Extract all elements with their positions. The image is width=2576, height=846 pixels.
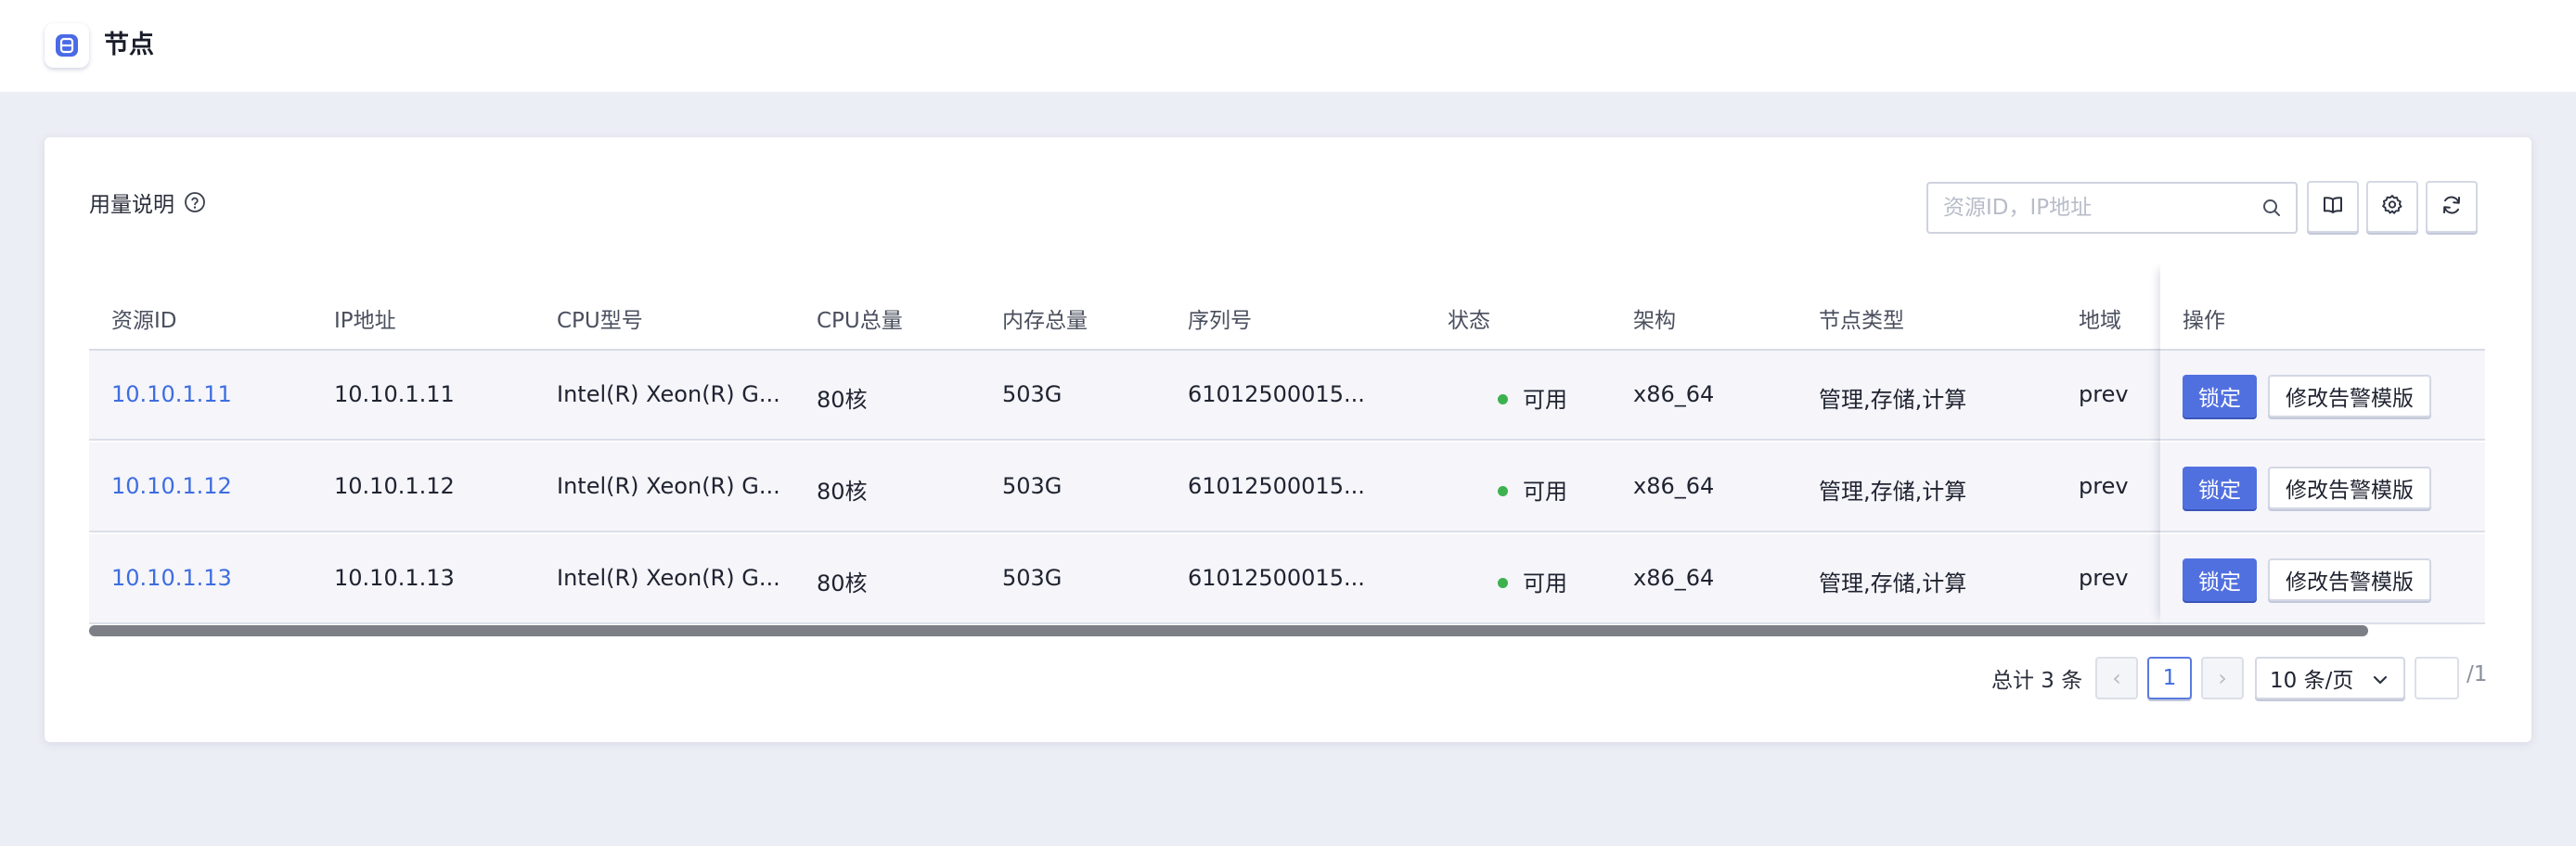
node-type-cell: 管理,存储,计算: [1819, 570, 1967, 596]
refresh-button[interactable]: [2426, 181, 2478, 233]
node-type-cell: 管理,存储,计算: [1819, 387, 1967, 413]
resource-id-link[interactable]: 10.10.1.13: [111, 565, 232, 591]
status-text: 可用: [1523, 479, 1567, 505]
search-box: [1926, 182, 2298, 234]
status-cell: 可用: [1498, 473, 1567, 506]
help-circle-icon: [184, 191, 206, 213]
status-text: 可用: [1523, 387, 1567, 413]
node-list-card: 用量说明 资源ID，IP地址 资源ID IP地址 CPU型号 CPU总量 内存总…: [45, 137, 2531, 742]
table-row: 10.10.1.13 10.10.1.13 Intel(R) Xeon(R) G…: [89, 534, 2485, 624]
settings-button[interactable]: [2366, 181, 2418, 233]
settings-gear-icon: [2380, 193, 2404, 221]
top-header: 节点: [0, 0, 2576, 92]
memory-total-cell: 503G: [1002, 381, 1063, 407]
refresh-icon: [2440, 193, 2464, 221]
table-row: 10.10.1.12 10.10.1.12 Intel(R) Xeon(R) G…: [89, 442, 2485, 532]
cpu-total-cell: 80核: [817, 570, 868, 596]
search-input[interactable]: [1928, 184, 2248, 232]
serial-cell: 61012500015...: [1188, 565, 1365, 591]
cpu-total-cell: 80核: [817, 387, 868, 413]
status-available-dot-icon: [1498, 485, 1508, 496]
col-cpu-model[interactable]: CPU型号: [557, 302, 643, 334]
node-table: 资源ID IP地址 CPU型号 CPU总量 内存总量 序列号 状态 架构 节点类…: [89, 263, 2485, 634]
status-cell: 可用: [1498, 381, 1567, 414]
arch-cell: x86_64: [1633, 381, 1715, 407]
col-status[interactable]: 状态: [1448, 302, 1490, 334]
col-arch[interactable]: 架构: [1633, 302, 1676, 334]
table-row: 10.10.1.11 10.10.1.11 Intel(R) Xeon(R) G…: [89, 351, 2485, 441]
ip-cell: 10.10.1.12: [334, 473, 455, 499]
edit-alert-template-button[interactable]: 修改告警模版: [2268, 375, 2431, 417]
chevron-right-icon: ›: [2218, 665, 2227, 691]
page-total: /1: [2467, 662, 2488, 686]
page-number-current[interactable]: 1: [2147, 657, 2192, 699]
col-serial[interactable]: 序列号: [1188, 302, 1252, 334]
ip-cell: 10.10.1.11: [334, 381, 455, 407]
col-resource-id[interactable]: 资源ID: [111, 302, 177, 334]
serial-cell: 61012500015...: [1188, 381, 1365, 407]
col-region[interactable]: 地域: [2079, 302, 2121, 334]
region-cell: prev: [2079, 565, 2129, 591]
cpu-total-cell: 80核: [817, 479, 868, 505]
arch-cell: x86_64: [1633, 565, 1715, 591]
actions-cell: 锁定 修改告警模版: [2160, 534, 2485, 624]
prev-page-button[interactable]: ‹: [2095, 657, 2138, 699]
page-title: 节点: [104, 31, 154, 59]
chevron-down-icon: [2373, 675, 2388, 685]
actions-column: 操作 锁定 修改告警模版 锁定 修改告警模版 锁定 修改告警模版: [2160, 263, 2485, 624]
status-available-dot-icon: [1498, 577, 1508, 588]
status-available-dot-icon: [1498, 393, 1508, 404]
cpu-model-cell: Intel(R) Xeon(R) G...: [557, 381, 780, 407]
next-page-button[interactable]: ›: [2201, 657, 2244, 699]
docs-button[interactable]: [2307, 181, 2359, 233]
memory-total-cell: 503G: [1002, 565, 1063, 591]
status-text: 可用: [1523, 570, 1567, 596]
page-size-select[interactable]: 10 条/页: [2255, 657, 2405, 699]
edit-alert-template-button[interactable]: 修改告警模版: [2268, 558, 2431, 601]
col-ip[interactable]: IP地址: [334, 302, 396, 334]
memory-total-cell: 503G: [1002, 473, 1063, 499]
page-jump-input[interactable]: [2415, 657, 2459, 699]
usage-label: 用量说明: [89, 193, 174, 217]
usage-description-link[interactable]: 用量说明: [89, 186, 206, 218]
node-type-cell: 管理,存储,计算: [1819, 479, 1967, 505]
col-actions: 操作: [2183, 309, 2225, 333]
cpu-model-cell: Intel(R) Xeon(R) G...: [557, 473, 780, 499]
region-cell: prev: [2079, 381, 2129, 407]
search-icon[interactable]: [2248, 198, 2296, 218]
chevron-left-icon: ‹: [2112, 665, 2121, 691]
lock-button[interactable]: 锁定: [2183, 467, 2257, 509]
lock-button[interactable]: 锁定: [2183, 375, 2257, 417]
lock-button[interactable]: 锁定: [2183, 558, 2257, 601]
serial-cell: 61012500015...: [1188, 473, 1365, 499]
edit-alert-template-button[interactable]: 修改告警模版: [2268, 467, 2431, 509]
cpu-model-cell: Intel(R) Xeon(R) G...: [557, 565, 780, 591]
col-cpu-total[interactable]: CPU总量: [817, 302, 903, 334]
actions-cell: 锁定 修改告警模版: [2160, 351, 2485, 441]
actions-cell: 锁定 修改告警模版: [2160, 442, 2485, 532]
arch-cell: x86_64: [1633, 473, 1715, 499]
page-size-value: 10 条/页: [2270, 669, 2354, 693]
status-cell: 可用: [1498, 565, 1567, 597]
node-app-icon: [45, 23, 89, 68]
horizontal-scrollbar[interactable]: [89, 625, 2368, 636]
book-icon: [2321, 193, 2345, 221]
ip-cell: 10.10.1.13: [334, 565, 455, 591]
region-cell: prev: [2079, 473, 2129, 499]
total-count: 总计 3 条: [1991, 669, 2083, 693]
resource-id-link[interactable]: 10.10.1.11: [111, 381, 232, 407]
resource-id-link[interactable]: 10.10.1.12: [111, 473, 232, 499]
col-memory-total[interactable]: 内存总量: [1002, 302, 1088, 334]
col-node-type[interactable]: 节点类型: [1819, 302, 1904, 334]
